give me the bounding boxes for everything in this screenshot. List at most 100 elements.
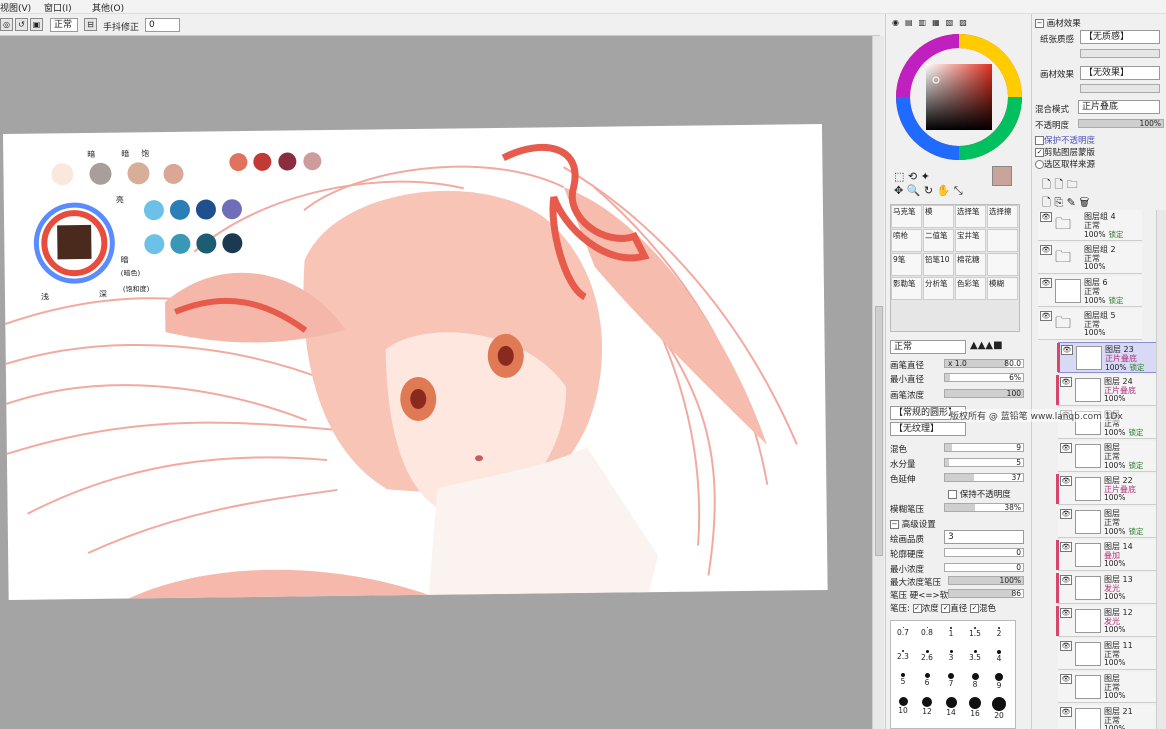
brush-select-eraser[interactable]: 选择擦 — [987, 205, 1018, 228]
pressure-blend-checkbox[interactable]: ✓ — [970, 604, 980, 613]
layer-row[interactable]: 👁 🗀 图层组 4 正常 100% 锁定 — [1038, 210, 1142, 241]
max-pressure-slider[interactable]: 100% — [948, 576, 1024, 585]
brush-binary[interactable]: 二值笔 — [923, 229, 954, 252]
visibility-eye-icon[interactable]: 👁 — [1040, 278, 1052, 288]
size-preset[interactable]: 2 — [987, 627, 1011, 647]
selection-source-row[interactable]: 选区取样来源 — [1035, 158, 1095, 170]
layer-scrollbar[interactable] — [1156, 210, 1166, 729]
pressure-density-checkbox[interactable]: ✓ — [912, 604, 922, 613]
layer-blend-select[interactable]: 正片叠底 — [1078, 100, 1160, 114]
visibility-eye-icon[interactable]: 👁 — [1061, 345, 1073, 355]
size-preset[interactable]: 8 — [963, 673, 987, 693]
advanced-row[interactable]: − 高级设置 — [890, 518, 936, 530]
layer-row[interactable]: 👁 图层 22 正片叠底 100% — [1056, 474, 1162, 505]
layer-row[interactable]: 👁 图层 14 叠加 100% — [1056, 540, 1162, 571]
keep-opacity-row[interactable]: 保持不透明度 — [948, 488, 1011, 500]
color-wheel[interactable] — [894, 32, 1024, 162]
size-preset[interactable]: 6 — [915, 673, 939, 693]
brush-marker[interactable]: 马克笔 — [891, 205, 922, 228]
visibility-eye-icon[interactable]: 👁 — [1060, 575, 1072, 585]
size-preset[interactable]: 3.5 — [963, 650, 987, 670]
layer-row[interactable]: 👁图层正常100%锁定 — [1058, 507, 1162, 538]
size-preset[interactable]: 0.7 — [891, 627, 915, 647]
effect-select[interactable]: 【无效果】 — [1080, 66, 1160, 80]
paper-select[interactable]: 【无质感】 — [1080, 30, 1160, 44]
layer-row[interactable]: 👁 图层 23 正片叠底 100% 锁定 — [1057, 342, 1162, 373]
menu-view[interactable]: 视图(V) — [0, 1, 31, 14]
brush-custom[interactable]: 宝井笔 — [955, 229, 986, 252]
brush-color[interactable]: 色彩笔 — [955, 277, 986, 300]
canvas-scrollbar[interactable] — [872, 36, 884, 729]
layer-row[interactable]: 👁 图层 12 发光 100% — [1056, 606, 1162, 637]
visibility-eye-icon[interactable]: 👁 — [1060, 476, 1072, 486]
size-preset[interactable]: 12 — [915, 697, 939, 717]
layer-row[interactable]: 👁图层正常100%锁定 — [1058, 441, 1162, 472]
clipping-checkbox[interactable]: ✓ — [1035, 148, 1044, 157]
layer-row[interactable]: 👁 图层 11 正常 100% — [1058, 639, 1162, 670]
size-preset[interactable]: 4 — [987, 650, 1011, 670]
visibility-eye-icon[interactable]: 👁 — [1060, 608, 1072, 618]
visibility-eye-icon[interactable]: 👁 — [1060, 443, 1072, 453]
keep-opacity-checkbox[interactable] — [948, 490, 957, 499]
reset-view-icon[interactable]: ▣ — [30, 18, 43, 31]
brush-analysis[interactable]: 分析笔 — [923, 277, 954, 300]
rotate-left-icon[interactable]: ↺ — [15, 18, 28, 31]
selection-source-checkbox[interactable] — [1035, 160, 1044, 169]
visibility-eye-icon[interactable]: 👁 — [1060, 641, 1072, 651]
artboard[interactable]: 暗 暗 饱 亮 暗 (暗色) 浅 深 (饱和度) — [3, 123, 828, 600]
size-preset[interactable]: 7 — [939, 673, 963, 693]
min-size-slider[interactable]: 6% — [944, 373, 1024, 382]
flip-icon[interactable]: ⊟ — [84, 18, 97, 31]
blend-slider[interactable]: 9 — [944, 443, 1024, 452]
brush-empty-1[interactable] — [987, 229, 1018, 252]
layer-toolbar[interactable]: 🗋 🗋 🗀 🗋 ⎘ ✎ 🗑 — [1042, 176, 1122, 212]
size-preset[interactable]: 2.6 — [915, 650, 939, 670]
layer-row[interactable]: 👁 图层 13 发光 100% — [1056, 573, 1162, 604]
brush-texture-select[interactable]: 【无纹理】 — [890, 422, 966, 436]
size-preset[interactable]: 14 — [939, 697, 963, 717]
blur-slider[interactable]: 38% — [944, 503, 1024, 512]
protect-opacity-row[interactable]: 保护不透明度 — [1035, 134, 1095, 146]
edge-slider[interactable]: 0 — [944, 548, 1024, 557]
brush-blend-select[interactable]: 正常 — [890, 340, 966, 354]
menu-other[interactable]: 其他(O) — [92, 1, 124, 14]
protect-opacity-checkbox[interactable] — [1035, 136, 1044, 145]
layer-row[interactable]: 👁 图层 21 正常 100% — [1058, 705, 1162, 729]
layer-row[interactable]: 👁 🗀 图层组 5 正常 100% — [1038, 309, 1142, 340]
paper-texture-header[interactable]: − 画材效果 — [1035, 17, 1081, 29]
size-preset[interactable]: 0.8 — [915, 627, 939, 647]
texture-collapse-toggle[interactable]: − — [1035, 19, 1044, 28]
visibility-eye-icon[interactable]: 👁 — [1040, 311, 1052, 321]
brush-outline[interactable]: 影勒笔 — [891, 277, 922, 300]
brush-smudge[interactable]: 模糊 — [987, 277, 1018, 300]
paper-strength-slider[interactable] — [1080, 49, 1160, 58]
visibility-eye-icon[interactable]: 👁 — [1060, 542, 1072, 552]
min-density-slider[interactable]: 0 — [944, 563, 1024, 572]
brush-pencil-10[interactable]: 铅笔10 — [923, 253, 954, 276]
size-preset[interactable]: 20 — [987, 697, 1011, 720]
stabilizer-select[interactable]: 0 — [145, 18, 180, 32]
visibility-eye-icon[interactable]: 👁 — [1040, 245, 1052, 255]
layer-row[interactable]: 👁 图层 24 正片叠底 100% — [1056, 375, 1162, 406]
color-mode-tabs[interactable]: ◉▤▥▦▧▨ — [892, 18, 992, 30]
illustration[interactable] — [3, 124, 828, 600]
size-preset[interactable]: 5 — [891, 673, 915, 693]
layer-row[interactable]: 👁 图层 正常 100% — [1058, 672, 1162, 703]
brush-9[interactable]: 9笔 — [891, 253, 922, 276]
water-slider[interactable]: 5 — [944, 458, 1024, 467]
canvas-scroll-thumb[interactable] — [875, 306, 883, 556]
advanced-toggle[interactable]: − — [890, 520, 899, 529]
visibility-eye-icon[interactable]: 👁 — [1060, 377, 1072, 387]
zoom-out-icon[interactable]: ◎ — [0, 18, 13, 31]
brush-airbrush[interactable]: 喷枪 — [891, 229, 922, 252]
brush-cotton[interactable]: 棉花糖 — [955, 253, 986, 276]
menu-window[interactable]: 窗口(I) — [44, 1, 72, 14]
brush-blur[interactable]: 模 — [923, 205, 954, 228]
density-slider[interactable]: 100 — [944, 389, 1024, 398]
size-preset[interactable]: 16 — [963, 697, 987, 718]
size-preset[interactable]: 9 — [987, 673, 1011, 693]
quality-select[interactable]: 3 — [944, 530, 1024, 544]
extend-slider[interactable]: 37 — [944, 473, 1024, 482]
layer-opacity-slider[interactable]: 100% — [1078, 119, 1164, 128]
pressure-slider[interactable]: 86 — [948, 589, 1024, 598]
